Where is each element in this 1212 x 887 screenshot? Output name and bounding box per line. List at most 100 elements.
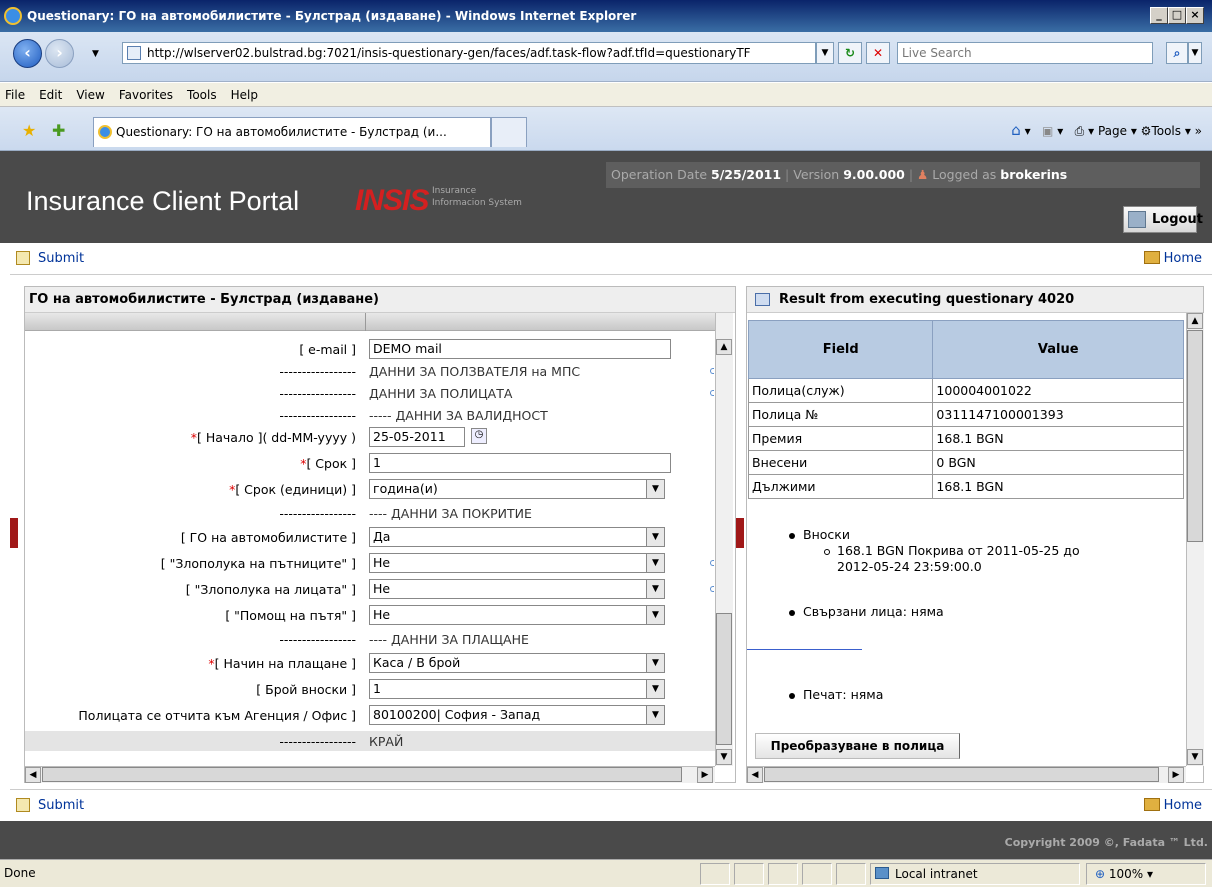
chevron-down-icon: ▼	[646, 680, 664, 698]
email-input[interactable]: DEMO mail	[369, 339, 671, 359]
expand-icon[interactable]	[710, 586, 714, 592]
field-label: [ Начин на плащане ]	[208, 656, 356, 671]
passenger-accident-select[interactable]: Не ▼	[369, 553, 665, 573]
field-label: [ "Злополука на пътниците" ]	[160, 556, 356, 571]
menu-help[interactable]: Help	[231, 88, 258, 102]
field-label: [ Брой вноски ]	[256, 682, 356, 697]
menu-file[interactable]: File	[5, 88, 25, 102]
status-text: Done	[4, 866, 36, 880]
page-menu[interactable]: Page ▾	[1098, 124, 1137, 138]
search-icon[interactable]: ⌕	[1166, 42, 1188, 64]
section-dashes: -----------------	[279, 386, 356, 401]
minimize-button[interactable]: _	[1150, 7, 1168, 24]
scroll-left-icon[interactable]: ◀	[747, 767, 763, 783]
scroll-right-icon[interactable]: ▶	[1168, 767, 1184, 783]
payment-method-select[interactable]: Каса / В брой ▼	[369, 653, 665, 673]
version-label: Version	[793, 167, 840, 182]
history-dropdown-icon[interactable]: ▼	[92, 49, 99, 59]
form-row-liability: [ ГО на автомобилистите ] Да ▼	[25, 527, 715, 547]
agency-office-select[interactable]: 80100200| София - Запад ▼	[369, 705, 665, 725]
form-row-agency: Полицата се отчита към Агенция / Офис ] …	[25, 705, 715, 725]
result-vertical-scrollbar[interactable]: ▲ ▼	[1186, 313, 1204, 766]
column-header-value: Value	[932, 320, 1184, 379]
circle-bullet-icon	[824, 549, 830, 555]
menu-tools[interactable]: Tools	[187, 88, 217, 102]
term-unit-select[interactable]: година(и) ▼	[369, 479, 665, 499]
close-button[interactable]: ×	[1186, 7, 1204, 24]
new-tab-button[interactable]	[491, 117, 527, 147]
refresh-icon[interactable]: ↻	[838, 42, 862, 64]
submit-button-bottom[interactable]: Submit	[16, 798, 84, 813]
tools-menu[interactable]: ⚙Tools ▾	[1141, 124, 1191, 138]
installments-select[interactable]: 1 ▼	[369, 679, 665, 699]
scroll-down-icon[interactable]: ▼	[716, 749, 732, 765]
form-vertical-scrollbar[interactable]: ▲ ▼	[715, 313, 733, 766]
result-horizontal-scrollbar[interactable]: ◀ ▶	[747, 766, 1186, 783]
scroll-thumb[interactable]	[764, 767, 1159, 782]
form-row-installments: [ Брой вноски ] 1 ▼	[25, 679, 715, 699]
favorites-star-icon[interactable]: ★	[22, 121, 36, 140]
start-date-input[interactable]: 25-05-2011	[369, 427, 465, 447]
ie-logo-icon	[4, 7, 22, 25]
back-button[interactable]: ‹	[13, 39, 42, 68]
field-label: [ e-mail ]	[299, 342, 356, 357]
liability-select[interactable]: Да ▼	[369, 527, 665, 547]
page-menu-label: Page	[1097, 124, 1127, 138]
search-input[interactable]: Live Search	[897, 42, 1153, 64]
top-action-bar: Submit Home	[10, 243, 1212, 275]
print-icon[interactable]: ⎙	[1075, 124, 1085, 138]
divider	[747, 649, 862, 650]
scroll-up-icon[interactable]: ▲	[716, 339, 732, 355]
cell-value: 168.1 BGN	[932, 426, 1184, 451]
maximize-button[interactable]: □	[1168, 7, 1186, 24]
chevron-down-icon: ▼	[646, 554, 664, 572]
scroll-thumb[interactable]	[42, 767, 682, 782]
add-favorites-icon[interactable]: ✚	[52, 121, 65, 140]
left-collapse-handle[interactable]	[10, 518, 18, 548]
zone-indicator[interactable]: Local intranet	[870, 863, 1080, 885]
home-link-bottom[interactable]: Home	[1143, 798, 1202, 813]
expand-icon[interactable]	[710, 368, 714, 374]
search-options-icon[interactable]: ▼	[1188, 42, 1202, 64]
table-row: Внесени 0 BGN	[747, 450, 1184, 475]
submit-button-top[interactable]: Submit	[16, 251, 85, 266]
tab-questionary[interactable]: Questionary: ГО на автомобилистите - Бул…	[93, 117, 491, 147]
bottom-action-bar: Submit Home	[10, 789, 1212, 821]
expand-icon[interactable]	[710, 560, 714, 566]
address-dropdown-button[interactable]: ▼	[816, 42, 834, 64]
menu-favorites[interactable]: Favorites	[119, 88, 173, 102]
home-icon[interactable]: ⌂	[1011, 121, 1021, 139]
field-label: [ Начало ]( dd-MM-yyyy )	[191, 430, 356, 445]
questionary-form-panel: ГО на автомобилистите - Булстрад (издава…	[24, 286, 736, 783]
logout-button[interactable]: Logout	[1123, 206, 1203, 233]
zoom-control[interactable]: ⊕ 100% ▾	[1086, 863, 1206, 885]
submit-label: Submit	[38, 251, 85, 266]
person-accident-select[interactable]: Не ▼	[369, 579, 665, 599]
home-link-top[interactable]: Home	[1143, 251, 1202, 266]
term-input[interactable]: 1	[369, 453, 671, 473]
chevron-down-icon: ▼	[646, 706, 664, 724]
address-input[interactable]: http://wlserver02.bulstrad.bg:7021/insis…	[122, 42, 816, 64]
scroll-right-icon[interactable]: ▶	[697, 767, 713, 783]
form-horizontal-scrollbar[interactable]: ◀ ▶	[25, 766, 715, 783]
feeds-icon[interactable]: ▣	[1042, 124, 1053, 138]
scroll-thumb[interactable]	[716, 613, 732, 745]
calendar-icon[interactable]: ◷	[471, 428, 487, 444]
scroll-up-icon[interactable]: ▲	[1187, 313, 1203, 329]
scroll-down-icon[interactable]: ▼	[1187, 749, 1203, 765]
stop-icon[interactable]: ✕	[866, 42, 890, 64]
convert-to-policy-button[interactable]: Преобразуване в полица	[755, 733, 960, 759]
section-dashes: -----------------	[279, 734, 356, 749]
panel-splitter[interactable]	[736, 518, 744, 548]
scroll-thumb[interactable]	[1187, 330, 1203, 542]
roadside-assistance-select[interactable]: Не ▼	[369, 605, 665, 625]
expand-icon[interactable]	[710, 390, 714, 396]
section-row: ----------------- ---- ДАННИ ЗА ПЛАЩАНЕ	[25, 629, 715, 649]
command-bar: ⌂ ▾ ▣ ▾ ⎙ ▾ Page ▾ ⚙Tools ▾ »	[1011, 121, 1202, 139]
forward-button[interactable]: ›	[45, 39, 74, 68]
menu-view[interactable]: View	[76, 88, 104, 102]
table-row: Полица(служ) 100004001022	[747, 378, 1184, 403]
scroll-left-icon[interactable]: ◀	[25, 767, 41, 783]
menu-edit[interactable]: Edit	[39, 88, 62, 102]
window-title-bar: Questionary: ГО на автомобилистите - Бул…	[0, 0, 1212, 32]
